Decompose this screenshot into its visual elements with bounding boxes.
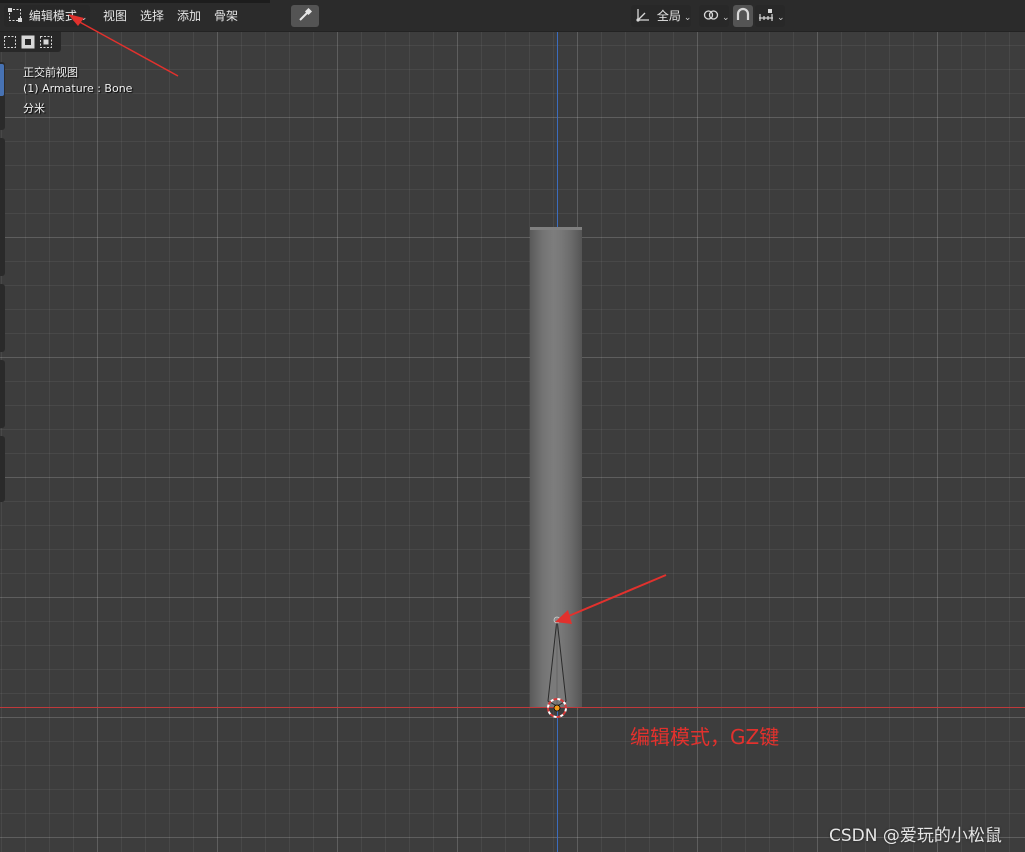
- selection-mode-group: [0, 32, 61, 52]
- chevron-down-icon: ⌄: [683, 13, 692, 23]
- pivot-point-dropdown[interactable]: ⌄: [699, 5, 730, 27]
- orientation-label: 全局: [656, 9, 681, 23]
- menu-add[interactable]: 添加: [173, 5, 205, 27]
- tool-group-transform[interactable]: [0, 138, 5, 276]
- magnet-icon: [736, 7, 750, 20]
- snap-toggle[interactable]: [733, 5, 753, 27]
- viewport-header: 编辑模式 ⌄ 视图 选择 添加 骨架 全局 ⌄ ⌄ ⌄: [0, 0, 1025, 32]
- watermark-text: CSDN @爱玩的小松鼠: [829, 826, 1002, 846]
- 3d-viewport[interactable]: [0, 0, 1025, 852]
- snap-increment-icon: [759, 9, 773, 21]
- select-subtract-button[interactable]: [38, 35, 54, 49]
- chevron-down-icon: ⌄: [722, 13, 730, 23]
- pivot-link-icon: [703, 10, 719, 20]
- eyedropper-icon: [299, 7, 313, 21]
- select-subtract-icon: [40, 36, 52, 48]
- menu-view[interactable]: 视图: [99, 5, 131, 27]
- 3d-cursor-icon[interactable]: [545, 696, 571, 722]
- tool-group-annotate[interactable]: [0, 284, 5, 352]
- tool-group-extrude[interactable]: [0, 360, 5, 428]
- select-extend-icon: [21, 35, 35, 49]
- header-divider: [0, 0, 270, 3]
- object-info-text: (1) Armature : Bone: [23, 82, 133, 95]
- transform-orientation-dropdown[interactable]: 全局 ⌄: [631, 5, 691, 27]
- orientation-axes-icon: [636, 9, 649, 22]
- select-extend-button[interactable]: [20, 35, 36, 49]
- select-new-icon: [4, 36, 16, 48]
- snap-target-dropdown[interactable]: ⌄: [755, 5, 785, 27]
- bone-tail-joint: [553, 616, 561, 624]
- mode-label: 编辑模式: [28, 9, 77, 23]
- menu-armature[interactable]: 骨架: [210, 5, 242, 27]
- active-tool-indicator[interactable]: [0, 64, 4, 96]
- x-axis-line: [0, 707, 1025, 708]
- edit-mode-icon: [8, 8, 22, 22]
- unit-scale-text: 分米: [23, 102, 45, 115]
- menu-select[interactable]: 选择: [136, 5, 168, 27]
- chevron-down-icon: ⌄: [79, 13, 88, 23]
- mode-selector[interactable]: 编辑模式 ⌄: [4, 5, 90, 27]
- cylinder-top-edge: [530, 227, 582, 230]
- tool-shelf: [0, 62, 5, 502]
- view-name-text: 正交前视图: [23, 66, 78, 79]
- tool-group-roll[interactable]: [0, 436, 5, 502]
- chevron-down-icon: ⌄: [777, 13, 785, 23]
- select-new-button[interactable]: [2, 35, 18, 49]
- annotation-text: 编辑模式，GZ键: [630, 725, 780, 749]
- eyedropper-button[interactable]: [291, 5, 319, 27]
